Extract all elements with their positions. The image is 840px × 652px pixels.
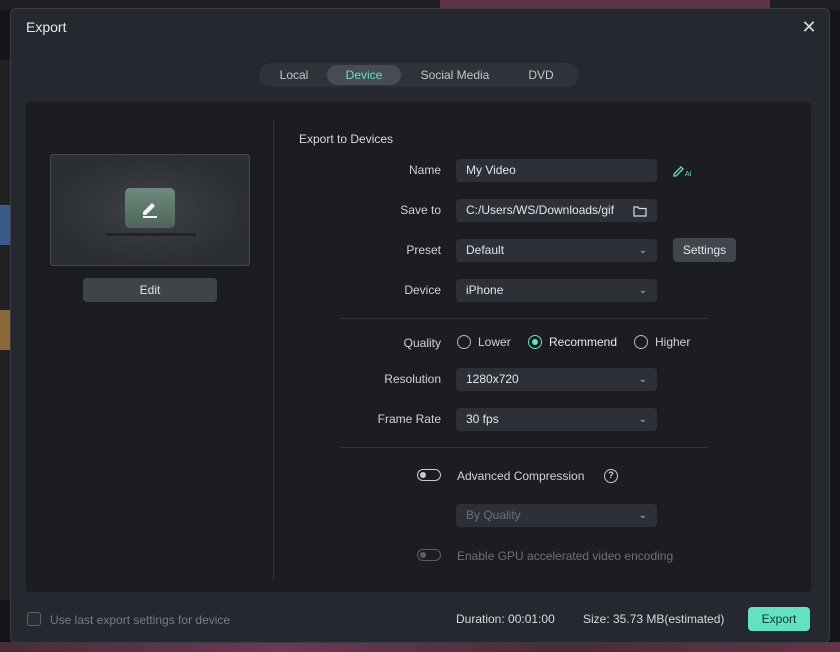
quality-lower-radio[interactable]: Lower [457, 335, 511, 349]
preview-thumbnail [50, 154, 250, 266]
use-last-settings-checkbox[interactable] [27, 612, 41, 626]
export-dialog: Export ✕ Local Device Social Media DVD E… [10, 8, 830, 643]
dialog-title: Export [26, 19, 67, 35]
device-value: iPhone [466, 283, 504, 297]
section-title: Export to Devices [299, 132, 394, 146]
quality-higher-label: Higher [655, 335, 691, 349]
divider [341, 447, 707, 448]
background-thumb [0, 205, 10, 245]
radio-selected-icon [528, 335, 542, 349]
tab-dvd[interactable]: DVD [509, 65, 573, 85]
preset-value: Default [466, 243, 505, 257]
frame-rate-value: 30 fps [466, 412, 499, 426]
tab-bar: Local Device Social Media DVD [259, 63, 579, 87]
quality-lower-label: Lower [478, 335, 511, 349]
chevron-down-icon: ⌄ [638, 245, 647, 256]
svg-text:AI: AI [685, 171, 692, 178]
advanced-compression-label: Advanced Compression [457, 469, 585, 483]
gpu-toggle [417, 549, 441, 561]
device-select[interactable]: iPhone ⌄ [456, 279, 657, 302]
divider [341, 318, 707, 319]
chevron-down-icon: ⌄ [638, 374, 647, 385]
preset-label: Preset [406, 243, 441, 257]
background-thumb [0, 310, 10, 350]
compression-mode-value: By Quality [466, 508, 521, 522]
close-icon[interactable]: ✕ [799, 17, 819, 37]
chevron-down-icon: ⌄ [638, 414, 647, 425]
radio-icon [634, 335, 648, 349]
settings-button[interactable]: Settings [673, 238, 736, 262]
chevron-down-icon: ⌄ [638, 510, 647, 521]
export-button[interactable]: Export [748, 607, 810, 631]
frame-rate-select[interactable]: 30 fps ⌄ [456, 408, 657, 431]
tab-social-media[interactable]: Social Media [401, 65, 509, 85]
resolution-label: Resolution [384, 372, 441, 386]
quality-recommend-label: Recommend [549, 335, 618, 349]
edit-pencil-icon [125, 188, 175, 228]
save-to-label: Save to [400, 203, 441, 217]
frame-rate-label: Frame Rate [377, 412, 441, 426]
preset-select[interactable]: Default ⌄ [456, 239, 657, 262]
export-panel: Edit Export to Devices Name My Video AI … [26, 102, 811, 592]
radio-icon [457, 335, 471, 349]
quality-higher-radio[interactable]: Higher [634, 335, 690, 349]
quality-recommend-radio[interactable]: Recommend [528, 335, 617, 349]
folder-icon[interactable] [633, 205, 647, 217]
resolution-select[interactable]: 1280x720 ⌄ [456, 368, 657, 391]
quality-label: Quality [403, 336, 441, 350]
gpu-label: Enable GPU accelerated video encoding [457, 549, 674, 563]
save-to-input[interactable]: C:/Users/WS/Downloads/gif [456, 199, 657, 222]
edit-button[interactable]: Edit [83, 278, 217, 302]
save-path-value: C:/Users/WS/Downloads/gif [466, 203, 615, 217]
tab-device[interactable]: Device [327, 65, 401, 85]
compression-mode-select: By Quality ⌄ [456, 504, 657, 527]
background-media [0, 642, 840, 652]
advanced-compression-toggle[interactable] [417, 469, 441, 481]
name-value: My Video [466, 163, 516, 177]
use-last-settings-label: Use last export settings for device [50, 613, 231, 627]
tab-local[interactable]: Local [261, 65, 327, 85]
name-label: Name [408, 163, 441, 177]
help-icon[interactable]: ? [604, 469, 618, 483]
chevron-down-icon: ⌄ [638, 285, 647, 296]
ai-rename-icon[interactable]: AI [672, 162, 694, 178]
size-text: Size: 35.73 MB(estimated) [583, 612, 725, 626]
thumbnail-shadow [106, 233, 196, 236]
resolution-value: 1280x720 [466, 372, 519, 386]
name-input[interactable]: My Video [456, 159, 657, 182]
vertical-divider [273, 120, 274, 580]
duration-text: Duration: 00:01:00 [456, 612, 555, 626]
device-label: Device [404, 283, 441, 297]
